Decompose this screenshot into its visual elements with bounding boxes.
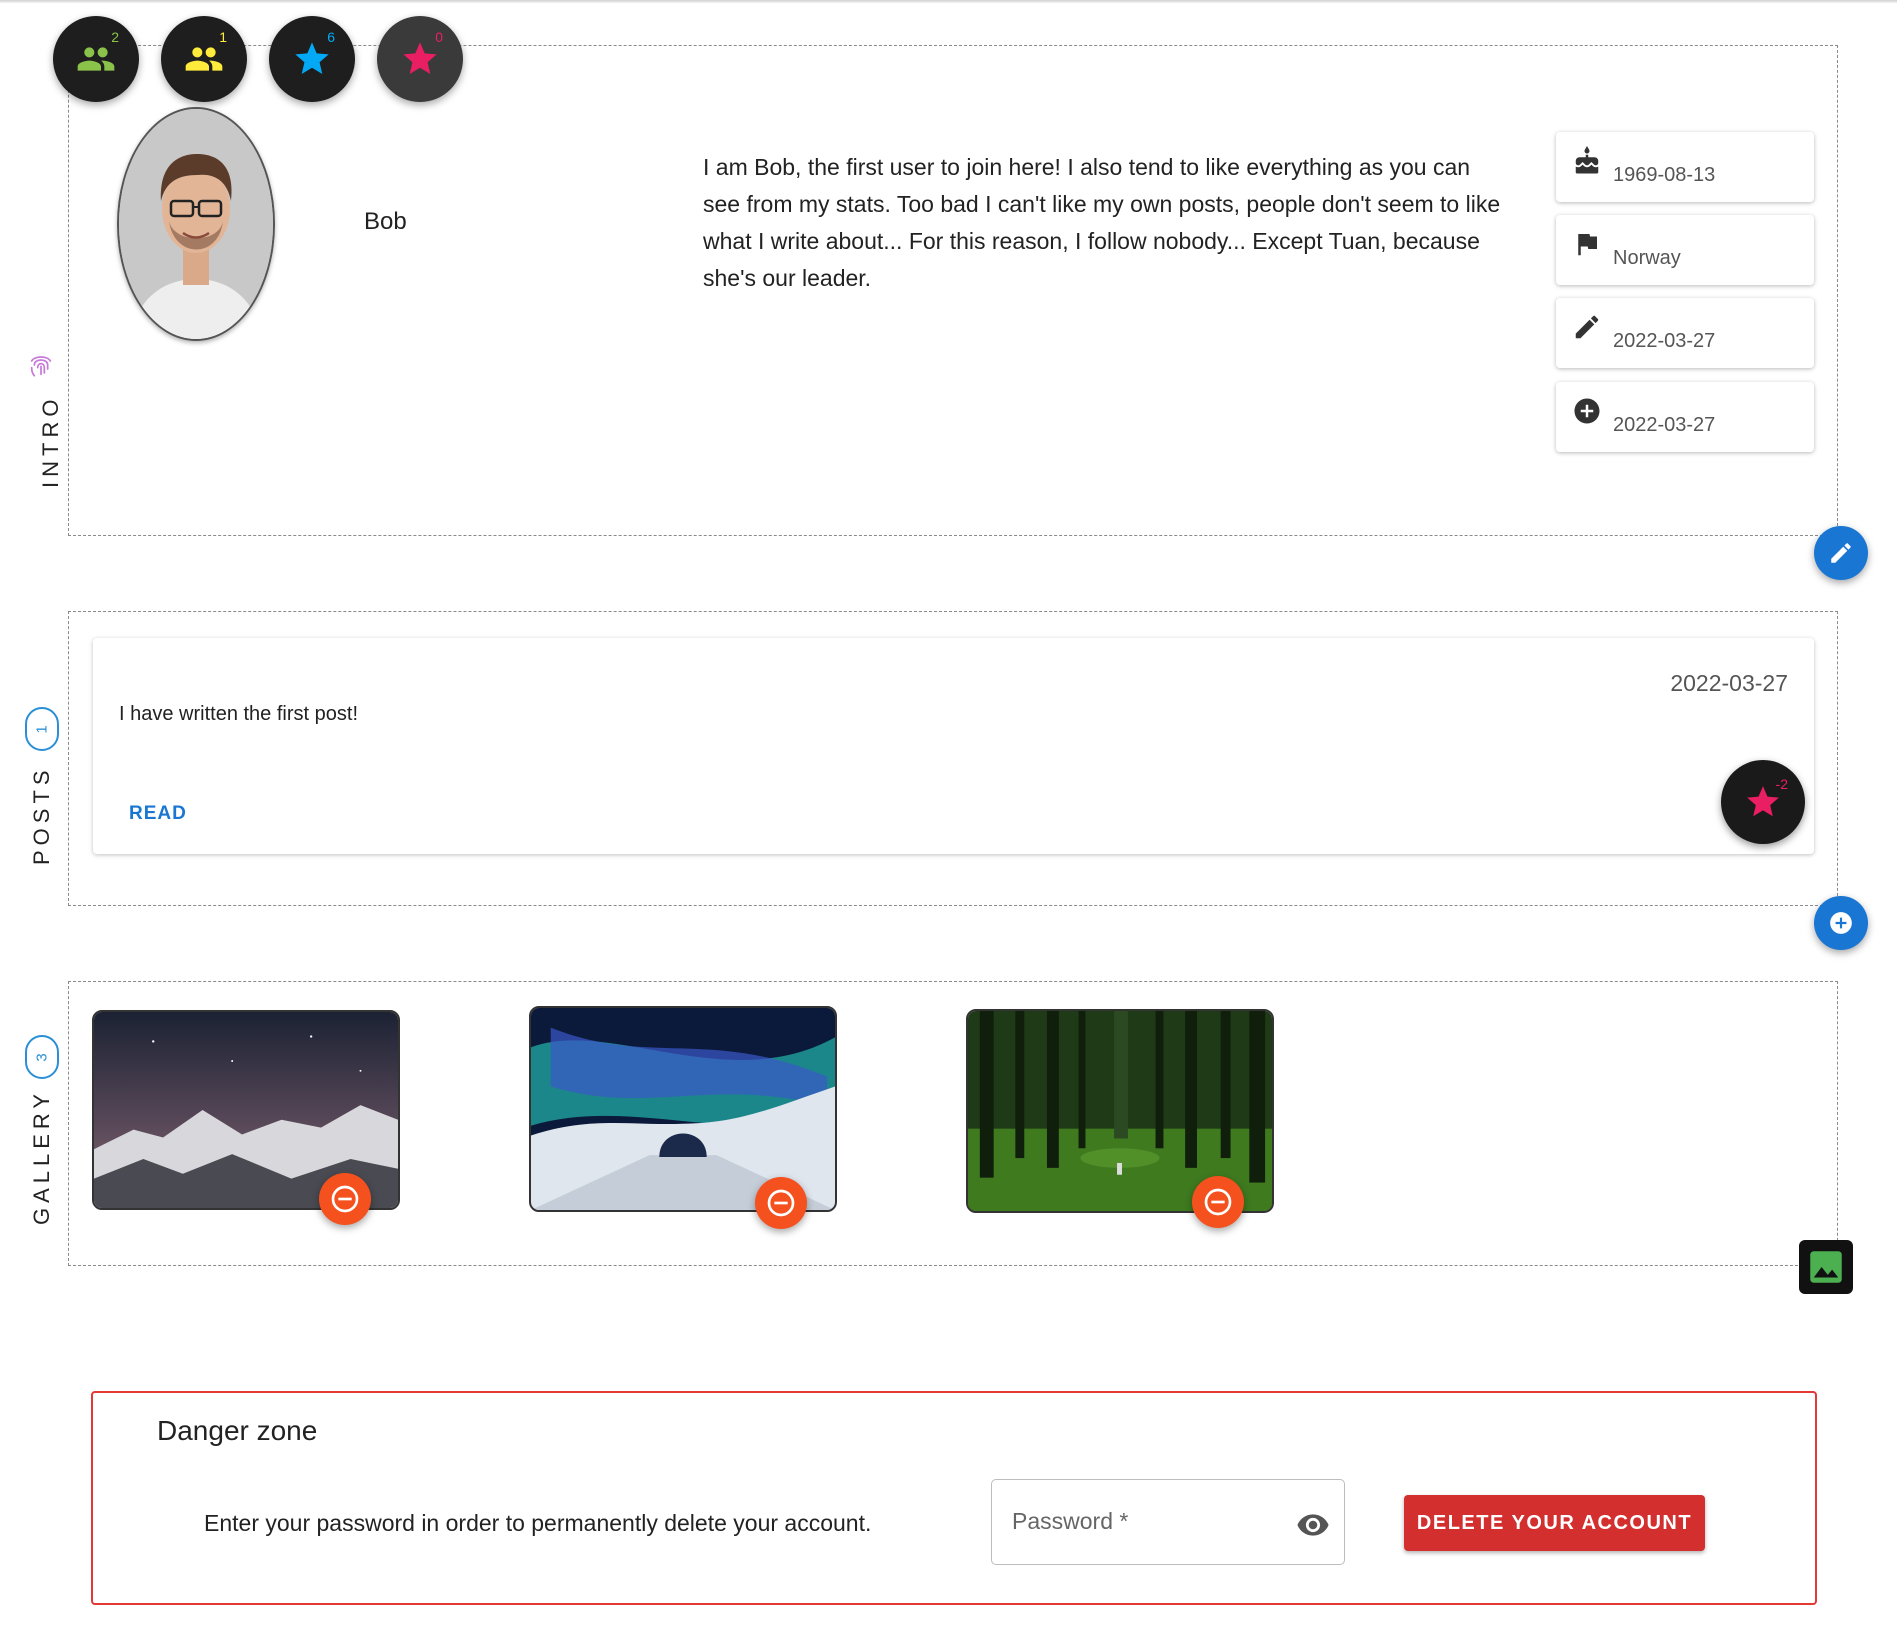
likes-given-stat-button[interactable]: 6 <box>269 16 355 102</box>
intro-label: INTRO <box>38 394 63 488</box>
country-text: Norway <box>1613 247 1681 269</box>
posts-count-badge: 1 <box>25 707 59 751</box>
add-post-button[interactable] <box>1814 896 1868 950</box>
gallery-count-badge: 3 <box>25 1035 59 1079</box>
group-icon <box>77 47 115 71</box>
danger-zone: Danger zone Enter your password in order… <box>91 1391 1817 1605</box>
remove-image-button[interactable] <box>319 1173 371 1225</box>
add-circle-icon <box>1830 912 1852 934</box>
eye-icon[interactable] <box>1296 1508 1330 1542</box>
post-card: 2022-03-27 I have written the first post… <box>93 638 1814 854</box>
user-bio: I am Bob, the first user to join here! I… <box>703 154 1501 291</box>
posts-label: POSTS <box>29 765 54 865</box>
post-date: 2022-03-27 <box>1670 670 1788 696</box>
posts-count: 1 <box>33 724 51 734</box>
likes-given-count: 6 <box>327 29 335 45</box>
danger-zone-title: Danger zone <box>157 1415 318 1446</box>
password-field[interactable]: Password * <box>991 1479 1345 1565</box>
followers-stat-button[interactable]: 2 <box>53 16 139 102</box>
fingerprint-icon <box>30 356 52 377</box>
remove-circle-icon <box>331 1185 359 1213</box>
updated-text: 2022-03-27 <box>1613 330 1716 352</box>
remove-image-button[interactable] <box>755 1177 807 1229</box>
created-text: 2022-03-27 <box>1613 414 1716 436</box>
following-stat-button[interactable]: 1 <box>161 16 247 102</box>
cake-icon <box>1575 146 1599 174</box>
username: Bob <box>364 208 407 235</box>
pencil-icon <box>1831 543 1851 563</box>
updated-chip: 2022-03-27 <box>1556 298 1814 368</box>
read-post-button[interactable]: READ <box>129 803 187 825</box>
birthday-text: 1969-08-13 <box>1613 164 1716 186</box>
post-text: I have written the first post! <box>119 703 358 725</box>
remove-circle-icon <box>1204 1188 1232 1216</box>
post-like-count: -2 <box>1775 776 1788 792</box>
created-chip: 2022-03-27 <box>1556 382 1814 452</box>
image-icon <box>1810 1251 1842 1283</box>
post-like-button[interactable]: -2 <box>1721 760 1805 844</box>
edit-profile-button[interactable] <box>1814 526 1868 580</box>
followers-count: 2 <box>111 29 119 45</box>
delete-account-button[interactable]: DELETE YOUR ACCOUNT <box>1404 1495 1705 1551</box>
star-icon <box>295 42 329 74</box>
birthday-chip: 1969-08-13 <box>1556 132 1814 202</box>
password-placeholder: Password * <box>1012 1508 1129 1534</box>
add-image-button[interactable] <box>1799 1240 1853 1294</box>
add-circle-icon <box>1574 398 1600 424</box>
likes-received-stat-button[interactable]: 0 <box>377 16 463 102</box>
gallery-label: GALLERY <box>29 1088 54 1225</box>
remove-circle-icon <box>767 1189 795 1217</box>
country-chip: Norway <box>1556 215 1814 285</box>
avatar-portrait <box>119 109 273 339</box>
group-icon <box>185 47 223 71</box>
top-edge <box>0 0 1897 3</box>
pencil-icon <box>1575 315 1599 339</box>
flag-icon <box>1578 234 1597 256</box>
danger-zone-description: Enter your password in order to permanen… <box>204 1510 872 1536</box>
star-icon <box>403 42 437 74</box>
likes-received-count: 0 <box>435 29 443 45</box>
following-count: 1 <box>219 29 227 45</box>
remove-image-button[interactable] <box>1192 1176 1244 1228</box>
avatar[interactable] <box>117 107 275 341</box>
gallery-count: 3 <box>33 1052 51 1062</box>
